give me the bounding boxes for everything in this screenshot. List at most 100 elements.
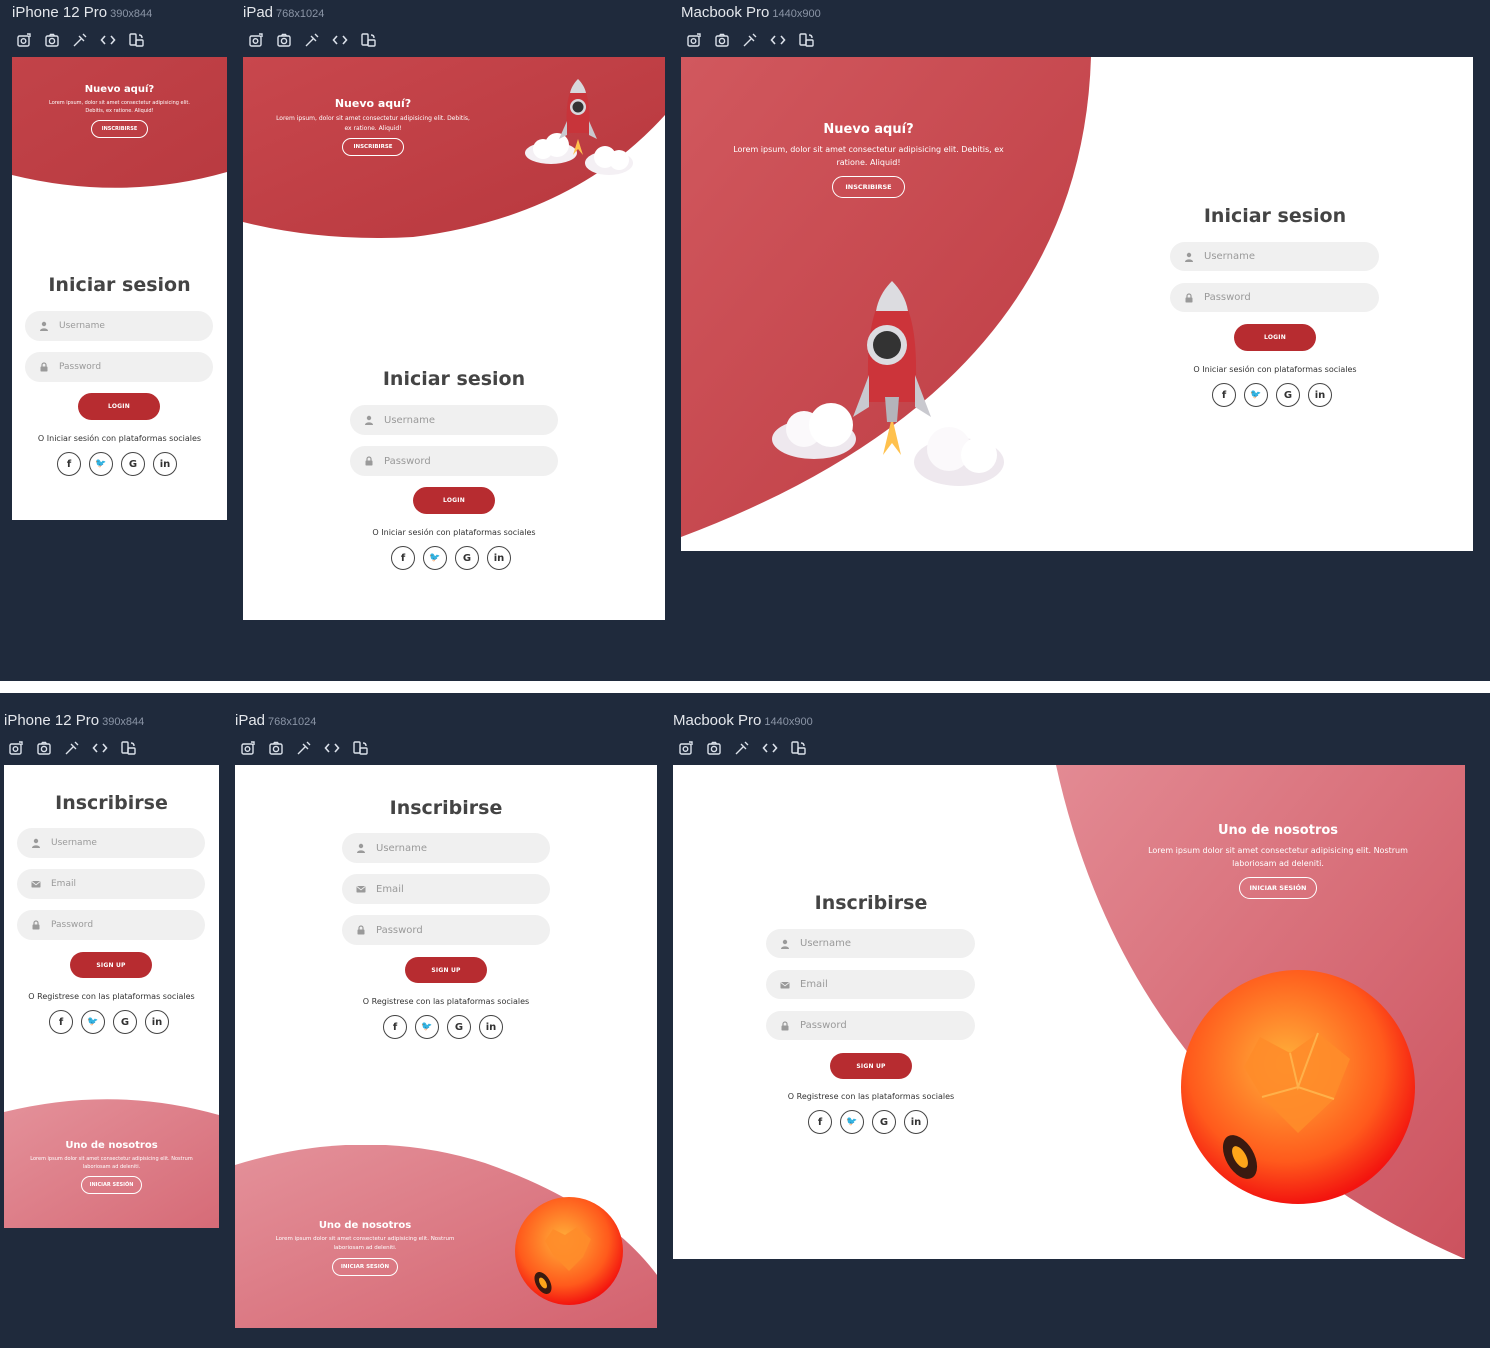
login-button[interactable]: LOGIN [1234, 324, 1316, 351]
rocket-illustration [525, 79, 633, 175]
camera-icon[interactable] [714, 32, 730, 48]
rotate-device-icon[interactable] [352, 740, 368, 756]
username-field[interactable]: Username [1170, 242, 1379, 271]
device-name: iPhone 12 Pro [4, 712, 100, 729]
login-button[interactable]: LOGIN [78, 393, 160, 420]
password-field[interactable]: Password [342, 915, 550, 945]
username-field[interactable]: Username [766, 929, 975, 958]
signup-button[interactable]: SIGN UP [830, 1053, 912, 1079]
linkedin-icon[interactable]: in [153, 452, 177, 476]
edit-photo-icon[interactable] [240, 740, 256, 756]
facebook-icon[interactable]: f [808, 1110, 832, 1134]
username-placeholder: Username [384, 414, 435, 426]
email-field[interactable]: Email [342, 874, 550, 904]
password-field[interactable]: Password [17, 910, 205, 940]
rotate-device-icon[interactable] [128, 32, 144, 48]
code-icon[interactable] [762, 740, 778, 756]
twitter-icon[interactable]: 🐦 [415, 1015, 439, 1039]
linkedin-icon[interactable]: in [904, 1110, 928, 1134]
user-icon [31, 838, 41, 848]
code-icon[interactable] [332, 32, 348, 48]
linkedin-icon[interactable]: in [145, 1010, 169, 1034]
social-buttons: f 🐦 Gin [57, 452, 177, 476]
username-placeholder: Username [51, 838, 97, 848]
google-icon[interactable]: G [121, 452, 145, 476]
signup-button[interactable]: INSCRIBIRSE [832, 175, 905, 198]
google-icon[interactable]: G [447, 1015, 471, 1039]
password-field[interactable]: Password [25, 352, 213, 382]
edit-photo-icon[interactable] [8, 740, 24, 756]
signup-button[interactable]: SIGN UP [405, 957, 487, 983]
twitter-icon[interactable]: 🐦 [840, 1110, 864, 1134]
login-button-overlay[interactable]: INICIAR SESIÓN [1238, 876, 1318, 899]
signup-title: Inscribirse [814, 892, 928, 914]
code-icon[interactable] [324, 740, 340, 756]
code-icon[interactable] [92, 740, 108, 756]
rotate-device-icon[interactable] [798, 32, 814, 48]
camera-icon[interactable] [706, 740, 722, 756]
linkedin-icon[interactable]: in [479, 1015, 503, 1039]
email-placeholder: Email [51, 879, 76, 889]
macbook-login-frame: Nuevo aquí? Lorem ipsum, dolor sit amet … [681, 57, 1473, 551]
facebook-icon[interactable]: f [391, 546, 415, 570]
username-field[interactable]: Username [342, 833, 550, 863]
login-title: Iniciar sesion [1203, 205, 1347, 227]
username-placeholder: Username [1204, 251, 1255, 262]
syringe-icon[interactable] [64, 740, 80, 756]
user-icon [364, 415, 374, 425]
username-placeholder: Username [800, 938, 851, 949]
overlay-text: Lorem ipsum, dolor sit amet consectetur … [276, 115, 470, 132]
linkedin-icon[interactable]: in [487, 546, 511, 570]
login-button-overlay[interactable]: INICIAR SESIÓN [80, 1176, 143, 1194]
username-field[interactable]: Username [350, 405, 558, 435]
syringe-icon[interactable] [734, 740, 750, 756]
login-button-overlay[interactable]: INICIAR SESIÓN [331, 1257, 399, 1276]
google-icon[interactable]: G [113, 1010, 137, 1034]
syringe-icon[interactable] [304, 32, 320, 48]
edit-photo-icon[interactable] [16, 32, 32, 48]
code-icon[interactable] [770, 32, 786, 48]
facebook-icon[interactable]: f [1212, 383, 1236, 407]
camera-icon[interactable] [276, 32, 292, 48]
device-header-iphone-signup: iPhone 12 Pro 390x844 [4, 712, 144, 729]
signup-button[interactable]: INSCRIBIRSE [90, 120, 149, 138]
twitter-icon[interactable]: 🐦 [89, 452, 113, 476]
google-icon[interactable]: G [455, 546, 479, 570]
password-field[interactable]: Password [1170, 283, 1379, 312]
google-icon[interactable]: G [1276, 383, 1300, 407]
overlay-title: Nuevo aquí? [84, 84, 155, 95]
linkedin-icon[interactable]: in [1308, 383, 1332, 407]
email-field[interactable]: Email [766, 970, 975, 999]
syringe-icon[interactable] [742, 32, 758, 48]
edit-photo-icon[interactable] [686, 32, 702, 48]
camera-icon[interactable] [36, 740, 52, 756]
rotate-device-icon[interactable] [790, 740, 806, 756]
twitter-icon[interactable]: 🐦 [1244, 383, 1268, 407]
facebook-icon[interactable]: f [57, 452, 81, 476]
signup-button[interactable]: SIGN UP [70, 952, 152, 978]
login-overlay: Uno de nosotros Lorem ipsum dolor sit am… [1133, 823, 1423, 899]
social-login-text: O Iniciar sesión con plataformas sociale… [37, 434, 202, 443]
edit-photo-icon[interactable] [248, 32, 264, 48]
password-field[interactable]: Password [350, 446, 558, 476]
username-field[interactable]: Username [25, 311, 213, 341]
login-button[interactable]: LOGIN [413, 487, 495, 514]
camera-icon[interactable] [268, 740, 284, 756]
login-overlay: Uno de nosotros Lorem ipsum dolor sit am… [265, 1220, 465, 1276]
rotate-device-icon[interactable] [360, 32, 376, 48]
username-field[interactable]: Username [17, 828, 205, 858]
facebook-icon[interactable]: f [49, 1010, 73, 1034]
edit-photo-icon[interactable] [678, 740, 694, 756]
google-icon[interactable]: G [872, 1110, 896, 1134]
syringe-icon[interactable] [296, 740, 312, 756]
twitter-icon[interactable]: 🐦 [81, 1010, 105, 1034]
signup-button[interactable]: INSCRIBIRSE [342, 138, 404, 157]
camera-icon[interactable] [44, 32, 60, 48]
code-icon[interactable] [100, 32, 116, 48]
facebook-icon[interactable]: f [383, 1015, 407, 1039]
email-field[interactable]: Email [17, 869, 205, 899]
syringe-icon[interactable] [72, 32, 88, 48]
twitter-icon[interactable]: 🐦 [423, 546, 447, 570]
rotate-device-icon[interactable] [120, 740, 136, 756]
password-field[interactable]: Password [766, 1011, 975, 1040]
